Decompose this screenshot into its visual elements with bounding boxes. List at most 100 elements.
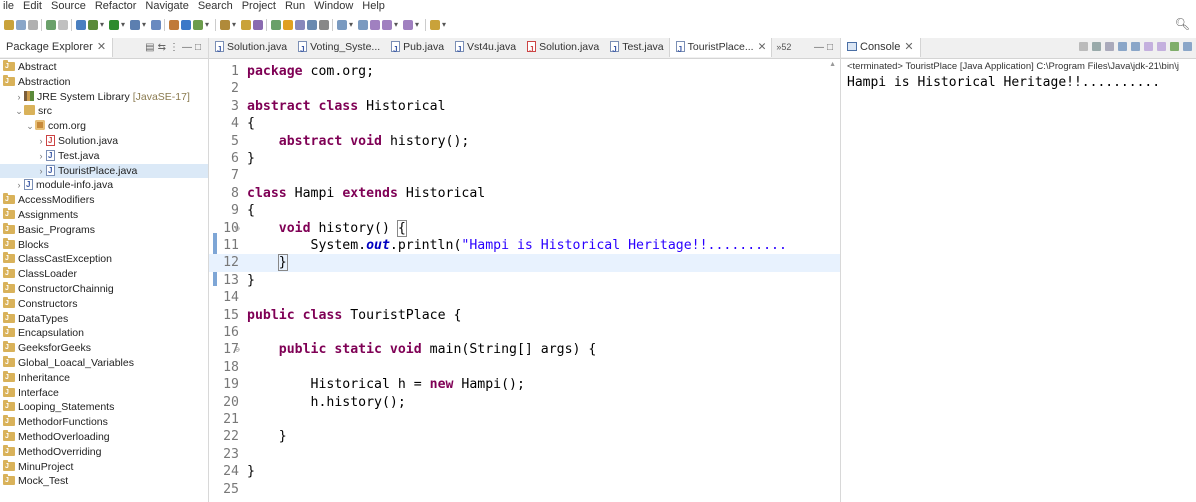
menu-item-refactor[interactable]: Refactor — [92, 0, 143, 12]
chevron-right-icon[interactable]: › — [36, 164, 46, 179]
tree-item[interactable]: Inheritance — [0, 370, 208, 386]
external-tools-icon[interactable] — [151, 20, 161, 30]
tab-package-explorer[interactable]: Package Explorer ✕ — [0, 38, 114, 57]
editor-tab[interactable]: Solution.java — [521, 38, 604, 58]
dropdown-arrow-icon[interactable]: ▾ — [394, 20, 398, 30]
collapse-all-icon[interactable]: ▤ — [145, 42, 157, 53]
code-line[interactable]: 20 h.history(); — [209, 394, 840, 411]
editor-tab[interactable]: Pub.java — [385, 38, 449, 58]
annotation-icon[interactable] — [271, 20, 281, 30]
chevron-right-icon[interactable]: › — [14, 178, 24, 193]
pin-editor-icon[interactable] — [430, 20, 440, 30]
code-line[interactable]: 21 — [209, 411, 840, 428]
code-line[interactable]: 3 abstract class Historical — [209, 98, 840, 115]
menu-item-help[interactable]: Help — [359, 0, 391, 12]
minimize-icon[interactable]: — — [814, 42, 827, 53]
maximize-icon[interactable]: □ — [195, 42, 204, 53]
open-console-icon[interactable] — [1183, 42, 1192, 51]
editor-tab[interactable]: Test.java — [604, 38, 668, 58]
fold-icon[interactable]: ⊖ — [235, 220, 240, 237]
open-task-icon[interactable] — [241, 20, 251, 30]
show-on-output-icon[interactable] — [1157, 42, 1166, 51]
code-line[interactable]: 9{ — [209, 202, 840, 219]
minimize-icon[interactable]: — — [182, 42, 195, 53]
last-edit-icon[interactable] — [370, 20, 380, 30]
menu-item-source[interactable]: Source — [48, 0, 92, 12]
toggle-mark-icon[interactable] — [76, 20, 86, 30]
tree-item[interactable]: Global_Loacal_Variables — [0, 355, 208, 371]
code-line[interactable]: 18 — [209, 359, 840, 376]
back-icon[interactable] — [382, 20, 392, 30]
remove-all-icon[interactable] — [1105, 42, 1114, 51]
dropdown-arrow-icon[interactable]: ▾ — [205, 20, 209, 30]
tree-item[interactable]: › Test.java — [0, 149, 208, 164]
editor-tab[interactable]: Solution.java — [209, 38, 292, 58]
menu-item-edit[interactable]: Edit — [20, 0, 48, 12]
code-line[interactable]: 4{ — [209, 115, 840, 132]
forward-icon[interactable] — [403, 20, 413, 30]
tree-item[interactable]: GeeksforGeeks — [0, 341, 208, 356]
search-toolbar-icon[interactable] — [253, 20, 263, 30]
tree-item[interactable]: Mock_Test — [0, 474, 208, 489]
code-line[interactable]: 17 ⊖ public static void main(String[] arg… — [209, 341, 840, 358]
run-icon[interactable] — [109, 20, 119, 30]
dropdown-arrow-icon[interactable]: ▾ — [442, 20, 446, 30]
chevron-down-icon[interactable]: ⌄ — [14, 104, 24, 119]
menu-item-window[interactable]: Window — [311, 0, 359, 12]
tree-item[interactable]: MethodOverloading — [0, 429, 208, 445]
code-line[interactable]: 5 abstract void history(); — [209, 133, 840, 150]
menu-item-search[interactable]: Search — [195, 0, 239, 12]
code-line[interactable]: 16 — [209, 324, 840, 341]
chevron-right-icon[interactable]: › — [36, 149, 46, 164]
coverage-icon[interactable] — [130, 20, 140, 30]
tree-item[interactable]: Abstract — [0, 60, 208, 75]
tree-item[interactable]: Looping_Statements — [0, 400, 208, 415]
menu-item-ile[interactable]: ile — [0, 0, 20, 12]
more-tabs-button[interactable]: »52 — [772, 42, 795, 52]
editor-tab[interactable]: Voting_Syste... — [292, 38, 385, 58]
tree-item[interactable]: MethodOverriding — [0, 444, 208, 460]
tree-item[interactable]: Blocks — [0, 237, 208, 252]
code-editor[interactable]: 1 package com.org; 2 3 abstract class Histor… — [209, 59, 840, 502]
tree-item[interactable]: DataTypes — [0, 311, 208, 326]
tree-item[interactable]: › module-info.java — [0, 178, 208, 193]
prev-annotation-icon[interactable] — [358, 20, 368, 30]
view-menu-icon[interactable]: ⋮ — [169, 42, 182, 53]
code-line[interactable]: 24} — [209, 463, 840, 480]
word-wrap-icon[interactable] — [1131, 42, 1140, 51]
tree-item[interactable]: Interface — [0, 385, 208, 400]
remove-launch-icon[interactable] — [1092, 42, 1101, 51]
dropdown-arrow-icon[interactable]: ▾ — [142, 20, 146, 30]
code-line[interactable]: 12 } — [209, 254, 840, 272]
console-output[interactable]: Hampi is Historical Heritage!!.......... — [841, 74, 1196, 91]
tree-item[interactable]: ClassLoader — [0, 267, 208, 282]
menu-item-navigate[interactable]: Navigate — [142, 0, 194, 12]
code-line[interactable]: 23 — [209, 446, 840, 463]
new-class-icon[interactable] — [193, 20, 203, 30]
code-line[interactable]: 10 ⊖ void history() { — [209, 219, 840, 237]
dropdown-arrow-icon[interactable]: ▾ — [349, 20, 353, 30]
debug-icon[interactable] — [88, 20, 98, 30]
link-editor-icon[interactable]: ⇆ — [158, 42, 169, 53]
chevron-down-icon[interactable]: ⌄ — [25, 119, 35, 134]
open-type-icon[interactable] — [220, 20, 230, 30]
search-icon[interactable]: 🔍︎ — [1175, 17, 1190, 31]
new-java-project-icon[interactable] — [169, 20, 179, 30]
editor-tab[interactable]: Vst4u.java — [449, 38, 521, 58]
code-line[interactable]: 25 — [209, 481, 840, 498]
tree-item[interactable]: Constructors — [0, 296, 208, 312]
tree-item[interactable]: ClassCastException — [0, 252, 208, 267]
code-line[interactable]: 11 System.out.println("Hampi is Historic… — [209, 237, 840, 254]
close-icon[interactable]: ✕ — [904, 41, 913, 53]
code-line[interactable]: 19 Historical h = new Hampi(); — [209, 376, 840, 393]
fold-icon[interactable]: ⊖ — [235, 341, 240, 358]
code-line[interactable]: 22 } — [209, 428, 840, 445]
scroll-up-icon[interactable]: ▲ — [829, 61, 836, 68]
highlight-icon[interactable] — [283, 20, 293, 30]
new-package-icon[interactable] — [181, 20, 191, 30]
menu-item-project[interactable]: Project — [239, 0, 282, 12]
chevron-right-icon[interactable]: › — [14, 90, 24, 105]
refresh-icon[interactable] — [58, 20, 68, 30]
tree-item[interactable]: Basic_Programs — [0, 222, 208, 238]
tab-console[interactable]: Console ✕ — [841, 38, 921, 57]
